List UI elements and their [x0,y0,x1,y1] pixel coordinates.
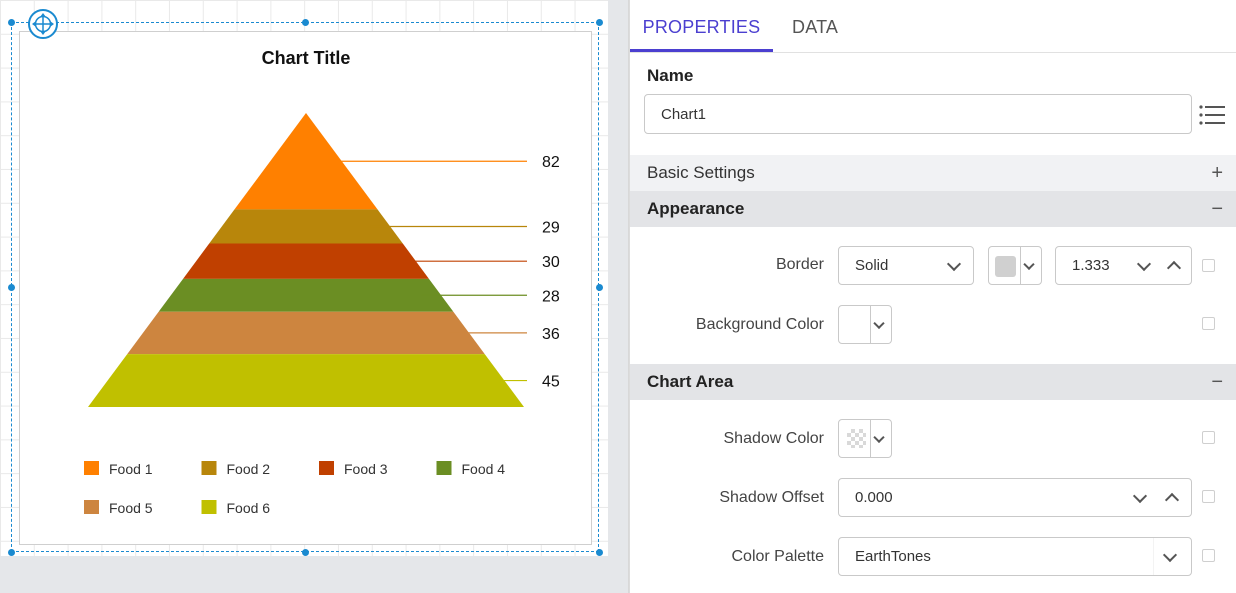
move-icon[interactable] [28,9,58,39]
chevron-down-icon [873,317,885,329]
data-label-1: 82 [542,154,560,171]
color-palette-dropdown[interactable]: EarthTones [838,537,1192,576]
resize-handle-e[interactable] [596,284,603,291]
resize-handle-se[interactable] [596,549,603,556]
list-icon[interactable] [1199,104,1225,131]
divider [1153,538,1154,575]
legend-label-4: Food 4 [462,461,506,477]
transparent-swatch-icon [847,429,866,448]
data-label-5: 36 [542,326,560,343]
border-color-picker[interactable] [988,246,1042,285]
color-swatch [995,256,1016,277]
pyramid-segment-4 [158,278,454,312]
section-appearance[interactable]: Appearance − [630,191,1236,227]
shadow-offset-label: Shadow Offset [719,489,824,506]
shadow-color-label: Shadow Color [723,430,825,447]
section-appearance-label: Appearance [647,199,745,218]
shadow-offset-value: 0.000 [855,489,893,506]
shadow-color-picker[interactable] [838,419,892,458]
chevron-down-icon [946,256,962,271]
chart-title: Chart Title [262,48,351,68]
pyramid-segment-6 [88,354,524,407]
collapse-minus-icon[interactable]: − [1211,364,1223,400]
chevron-down-icon [873,431,885,443]
chart-area[interactable]: Chart Title 82 29 30 28 36 45 Food 1 Food 2 Foo… [19,31,592,545]
section-basic-settings[interactable]: Basic Settings + [630,155,1236,191]
border-label: Border [775,256,824,273]
expand-plus-icon[interactable]: + [1211,155,1223,191]
shadow-color-checkbox[interactable] [1202,431,1215,444]
background-color-label: Background Color [695,316,824,333]
data-label-4: 28 [542,288,560,305]
properties-panel: PROPERTIES DATA Name Chart1 Basic Settin… [629,0,1236,593]
increment-chevron-up-icon[interactable] [1164,492,1180,507]
resize-handle-nw[interactable] [8,19,15,26]
pyramid-segment-3 [183,243,429,279]
resize-handle-ne[interactable] [596,19,603,26]
legend-label-5: Food 5 [109,500,153,516]
legend-swatch-2 [201,461,217,475]
resize-handle-sw[interactable] [8,549,15,556]
divider [870,420,871,457]
data-label-2: 29 [542,219,560,236]
section-basic-settings-label: Basic Settings [647,163,755,182]
decrement-chevron-down-icon[interactable] [1136,256,1152,271]
panel-tabs: PROPERTIES DATA [630,0,1236,53]
legend-swatch-3 [319,461,334,475]
increment-chevron-up-icon[interactable] [1166,260,1182,275]
legend-label-3: Food 3 [344,461,388,477]
legend-swatch-5 [84,500,99,514]
border-style-value: Solid [855,257,889,274]
decrement-chevron-down-icon[interactable] [1132,488,1148,503]
legend-swatch-4 [436,461,452,475]
tab-properties[interactable]: PROPERTIES [630,0,773,52]
legend-label-6: Food 6 [227,500,271,516]
data-label-3: 30 [542,254,560,271]
shadow-offset-checkbox[interactable] [1202,490,1215,503]
section-chart-area[interactable]: Chart Area − [630,364,1236,400]
divider [1020,247,1021,284]
resize-handle-w[interactable] [8,284,15,291]
legend-swatch-1 [84,461,99,475]
legend-swatch-6 [201,500,217,514]
background-color-picker[interactable] [838,305,892,344]
chart-report-item[interactable]: Chart Title 82 29 30 28 36 45 Food 1 Food 2 Foo… [8,19,603,556]
data-label-6: 45 [542,374,560,391]
pyramid-segment-5 [127,311,485,355]
legend-label-2: Food 2 [227,461,271,477]
pyramid-chart: Chart Title 82 29 30 28 36 45 Food 1 Food 2 Foo… [84,48,560,516]
section-chart-area-label: Chart Area [647,372,734,391]
chevron-down-icon [1023,258,1035,270]
color-palette-label: Color Palette [731,548,825,565]
name-input-value: Chart1 [661,106,707,123]
tab-data[interactable]: DATA [792,0,838,52]
border-width-value: 1.333 [1072,257,1110,274]
chevron-down-icon [1162,547,1178,562]
resize-handle-n[interactable] [302,19,309,26]
border-checkbox[interactable] [1202,259,1215,272]
border-width-stepper[interactable]: 1.333 [1055,246,1192,285]
legend-label-1: Food 1 [109,461,153,477]
shadow-offset-stepper[interactable]: 0.000 [838,478,1192,517]
collapse-minus-icon[interactable]: − [1211,191,1223,227]
name-input[interactable]: Chart1 [644,94,1192,134]
name-label: Name [647,66,694,85]
color-palette-value: EarthTones [855,548,931,565]
background-color-checkbox[interactable] [1202,317,1215,330]
resize-handle-s[interactable] [302,549,309,556]
divider [870,306,871,343]
color-palette-checkbox[interactable] [1202,549,1215,562]
border-style-dropdown[interactable]: Solid [838,246,974,285]
design-canvas[interactable]: Chart Title 82 29 30 28 36 45 Food 1 Food 2 Foo… [0,0,629,593]
